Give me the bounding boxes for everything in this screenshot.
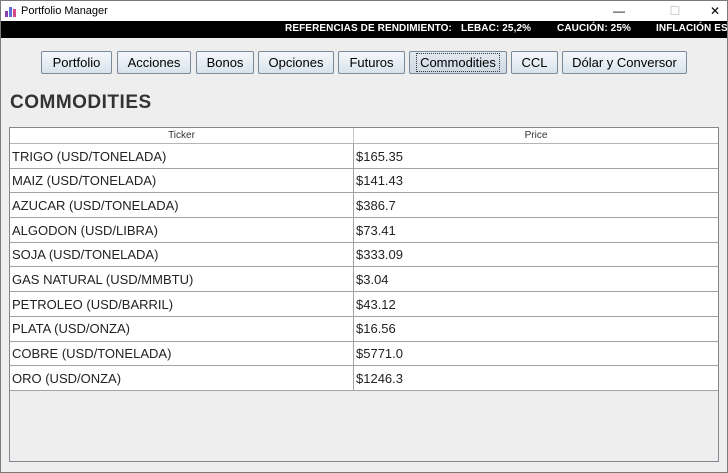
commodities-table: Ticker Price TRIGO (USD/TONELADA) $165.35… — [9, 127, 719, 462]
table-row[interactable]: PETROLEO (USD/BARRIL) $43.12 — [10, 292, 718, 317]
tab-dolar-conversor[interactable]: Dólar y Conversor — [562, 51, 687, 74]
table-row[interactable]: SOJA (USD/TONELADA) $333.09 — [10, 242, 718, 268]
table-body: TRIGO (USD/TONELADA) $165.35 MAIZ (USD/TO… — [10, 144, 718, 391]
yield-reference-ticker: REFERENCIAS DE RENDIMIENTO: LEBAC: 25,2%… — [1, 21, 727, 38]
close-button[interactable]: ✕ — [693, 1, 728, 21]
app-window: Portfolio Manager — ☐ ✕ REFERENCIAS DE R… — [0, 0, 728, 473]
cell-ticker[interactable]: COBRE (USD/TONELADA) — [10, 341, 354, 366]
cell-price[interactable]: $141.43 — [354, 169, 718, 193]
ticker-inflacion: INFLACIÓN ESTIM — [656, 23, 727, 34]
table-row[interactable]: PLATA (USD/ONZA) $16.56 — [10, 316, 718, 342]
cell-price[interactable]: $386.7 — [354, 193, 718, 217]
cell-price[interactable]: $16.56 — [354, 317, 718, 341]
cell-price[interactable]: $5771.0 — [354, 342, 718, 366]
window-title: Portfolio Manager — [21, 5, 108, 17]
cell-ticker[interactable]: PLATA (USD/ONZA) — [10, 316, 354, 341]
tab-portfolio[interactable]: Portfolio — [41, 51, 112, 74]
cell-price[interactable]: $43.12 — [354, 292, 718, 316]
tab-bonos[interactable]: Bonos — [196, 51, 254, 74]
tab-opciones[interactable]: Opciones — [258, 51, 334, 74]
table-row[interactable]: GAS NATURAL (USD/MMBTU) $3.04 — [10, 267, 718, 293]
title-bar: Portfolio Manager — ☐ ✕ — [1, 1, 727, 21]
table-header: Ticker Price — [10, 128, 718, 144]
tab-futuros[interactable]: Futuros — [338, 51, 405, 74]
cell-price[interactable]: $165.35 — [354, 144, 718, 168]
table-row[interactable]: ORO (USD/ONZA) $1246.3 — [10, 366, 718, 391]
table-row[interactable]: COBRE (USD/TONELADA) $5771.0 — [10, 341, 718, 367]
maximize-button[interactable]: ☐ — [653, 1, 697, 21]
ticker-label: REFERENCIAS DE RENDIMIENTO: — [285, 23, 452, 34]
table-row[interactable]: ALGODON (USD/LIBRA) $73.41 — [10, 218, 718, 243]
tab-ccl[interactable]: CCL — [511, 51, 558, 74]
cell-price[interactable]: $1246.3 — [354, 366, 718, 390]
column-header-price[interactable]: Price — [354, 128, 718, 143]
ticker-caucion: CAUCIÓN: 25% — [557, 23, 631, 34]
cell-ticker[interactable]: ALGODON (USD/LIBRA) — [10, 218, 354, 243]
tab-acciones[interactable]: Acciones — [117, 51, 191, 74]
cell-ticker[interactable]: TRIGO (USD/TONELADA) — [10, 144, 354, 168]
cell-ticker[interactable]: AZUCAR (USD/TONELADA) — [10, 193, 354, 218]
tab-commodities[interactable]: Commodities — [409, 51, 507, 74]
cell-ticker[interactable]: PETROLEO (USD/BARRIL) — [10, 292, 354, 317]
cell-ticker[interactable]: ORO (USD/ONZA) — [10, 366, 354, 391]
cell-price[interactable]: $333.09 — [354, 243, 718, 267]
bar-chart-icon — [5, 7, 16, 17]
ticker-lebac: LEBAC: 25,2% — [461, 23, 532, 34]
cell-ticker[interactable]: GAS NATURAL (USD/MMBTU) — [10, 267, 354, 292]
page-title: COMMODITIES — [10, 92, 152, 113]
table-row[interactable]: MAIZ (USD/TONELADA) $141.43 — [10, 168, 718, 194]
cell-ticker[interactable]: SOJA (USD/TONELADA) — [10, 242, 354, 267]
cell-ticker[interactable]: MAIZ (USD/TONELADA) — [10, 168, 354, 193]
cell-price[interactable]: $3.04 — [354, 267, 718, 291]
cell-price[interactable]: $73.41 — [354, 218, 718, 242]
column-header-ticker[interactable]: Ticker — [10, 128, 354, 143]
table-row[interactable]: AZUCAR (USD/TONELADA) $386.7 — [10, 193, 718, 219]
nav-tabs: Portfolio Acciones Bonos Opciones Futuro… — [1, 51, 727, 75]
table-row[interactable]: TRIGO (USD/TONELADA) $165.35 — [10, 144, 718, 169]
minimize-button[interactable]: — — [597, 1, 641, 21]
